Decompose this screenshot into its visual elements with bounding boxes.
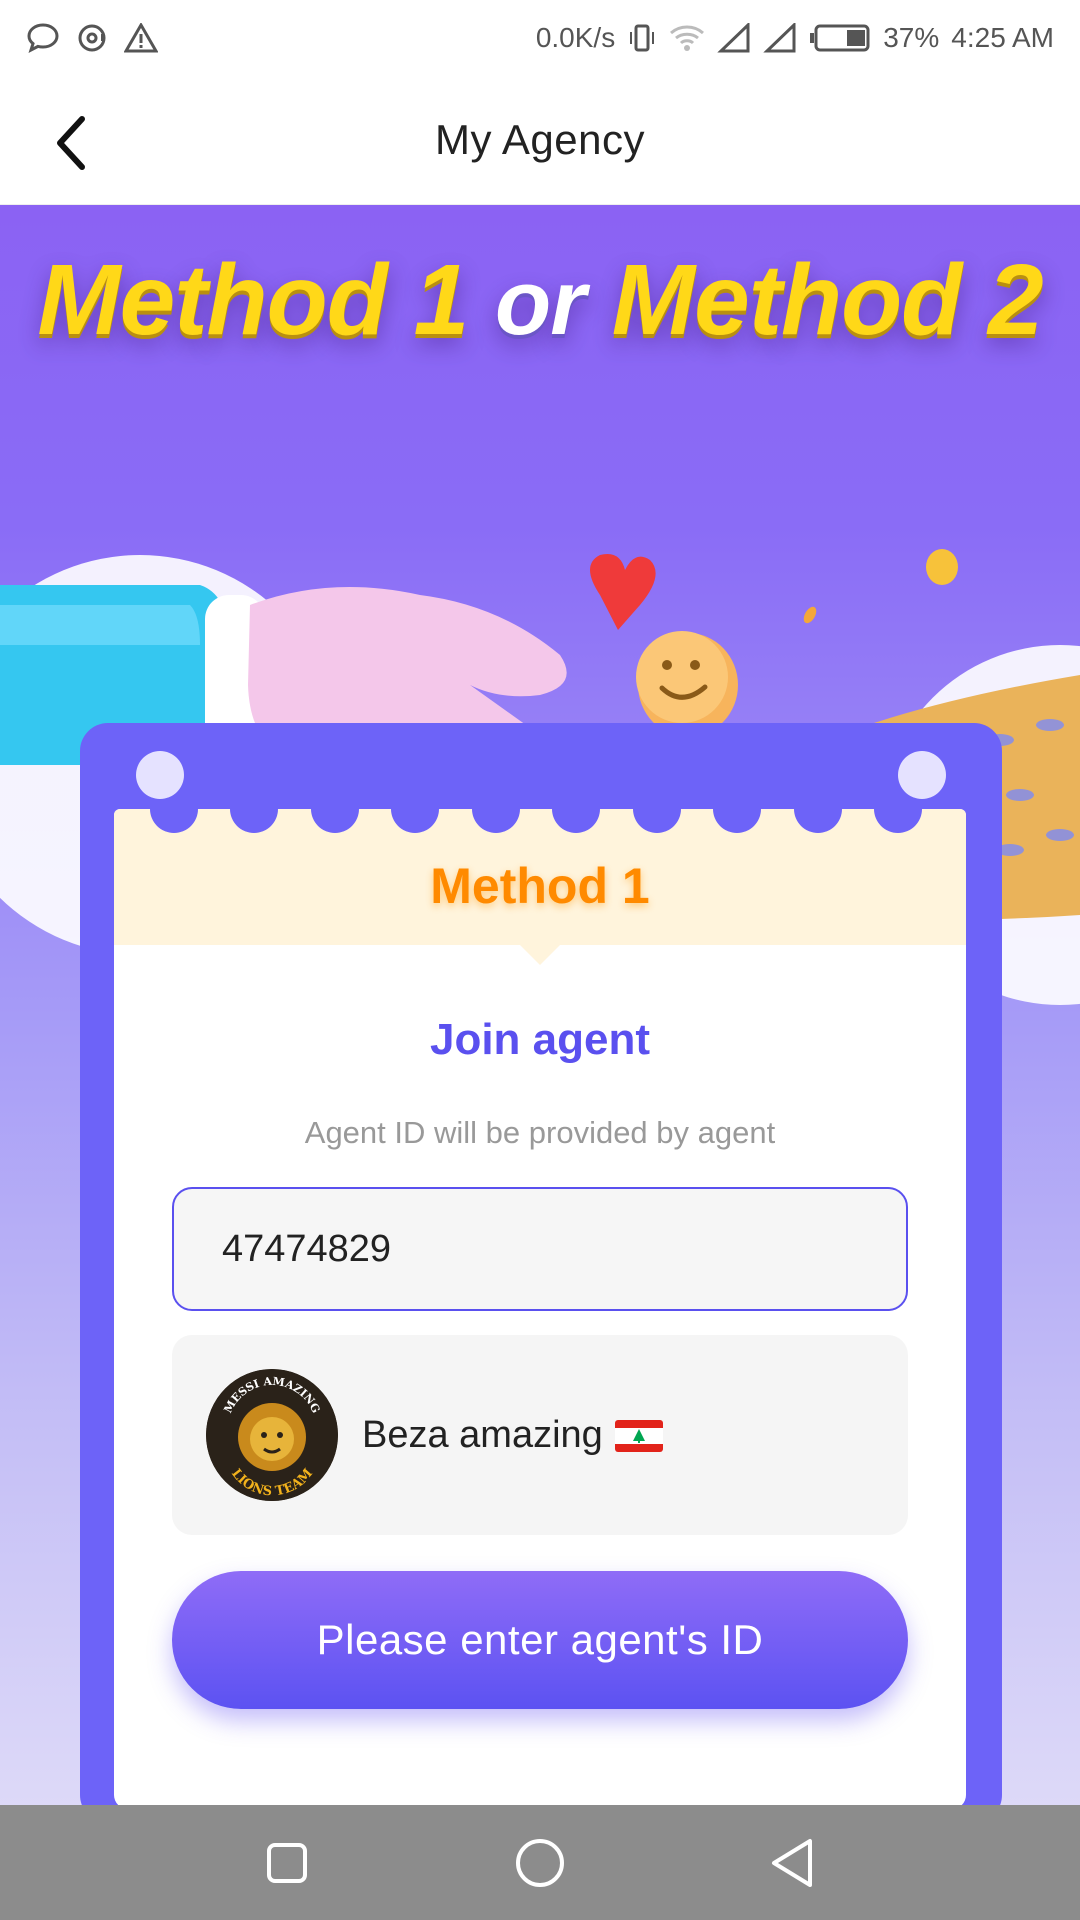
lebanon-flag-icon bbox=[614, 1419, 663, 1452]
card-hole bbox=[136, 751, 184, 799]
recent-apps-icon bbox=[266, 1842, 307, 1883]
nav-back-button[interactable] bbox=[748, 1818, 838, 1908]
chat-bubble-icon bbox=[26, 22, 60, 54]
lion-logo-icon: MESSI AMAZING LIONS TEAM bbox=[206, 1369, 338, 1501]
network-speed: 0.0K/s bbox=[535, 21, 616, 53]
vibrate-icon bbox=[627, 23, 657, 53]
wifi-icon bbox=[669, 23, 705, 53]
signal-icon bbox=[763, 22, 797, 53]
warning-icon bbox=[124, 22, 158, 53]
hero-title-method-2: Method 2 bbox=[611, 244, 1044, 356]
alarm-icon bbox=[76, 22, 108, 54]
method-1-panel: Method 1 Join agent Agent ID will be pro… bbox=[114, 809, 966, 1805]
chevron-left-icon bbox=[57, 116, 85, 170]
agent-name-row: Beza amazing bbox=[362, 1414, 663, 1457]
home-button[interactable] bbox=[495, 1818, 585, 1908]
smiley-coin-icon bbox=[636, 631, 738, 737]
back-button[interactable] bbox=[50, 103, 130, 183]
notification-icons bbox=[26, 22, 158, 54]
app-header: My Agency bbox=[0, 75, 1080, 205]
agent-name: Beza amazing bbox=[362, 1413, 603, 1456]
signal-icon bbox=[717, 22, 751, 53]
agent-id-input[interactable] bbox=[172, 1187, 908, 1311]
recent-apps-button[interactable] bbox=[242, 1818, 332, 1908]
method-1-header: Method 1 bbox=[114, 809, 966, 965]
clock: 4:25 AM bbox=[951, 21, 1054, 53]
hero-title-or: or bbox=[495, 252, 586, 354]
hero-title: Method 1 or Method 2 bbox=[0, 243, 1080, 358]
status-bar: 0.0K/s 37% 4:25 AM bbox=[0, 0, 1080, 75]
join-agent-title: Join agent bbox=[429, 1015, 651, 1064]
submit-agent-id-button[interactable]: Please enter agent's ID bbox=[172, 1571, 908, 1709]
method-1-label: Method 1 bbox=[430, 858, 650, 914]
battery-percent: 37% bbox=[883, 21, 940, 53]
back-triangle-icon bbox=[772, 1838, 813, 1887]
agent-id-hint: Agent ID will be provided by agent bbox=[304, 1115, 776, 1150]
home-icon bbox=[515, 1838, 564, 1887]
scallop-edge bbox=[114, 809, 966, 833]
coin-icon bbox=[926, 549, 958, 585]
heart-icon bbox=[590, 554, 656, 630]
agent-search-result[interactable]: MESSI AMAZING LIONS TEAM Beza amazing bbox=[172, 1335, 908, 1535]
avatar: MESSI AMAZING LIONS TEAM bbox=[206, 1369, 338, 1501]
method-1-card: Method 1 Join agent Agent ID will be pro… bbox=[80, 723, 1002, 1805]
hero-banner: Method 1 or Method 2 Method 1 Join agent… bbox=[0, 205, 1080, 1805]
system-nav-bar bbox=[0, 1805, 1080, 1920]
system-indicators: 0.0K/s 37% 4:25 AM bbox=[536, 22, 1054, 54]
battery-icon bbox=[809, 23, 871, 53]
card-hole bbox=[898, 751, 946, 799]
page-title: My Agency bbox=[435, 115, 645, 163]
header-notch bbox=[520, 945, 560, 965]
hero-title-method-1: Method 1 bbox=[37, 244, 469, 356]
